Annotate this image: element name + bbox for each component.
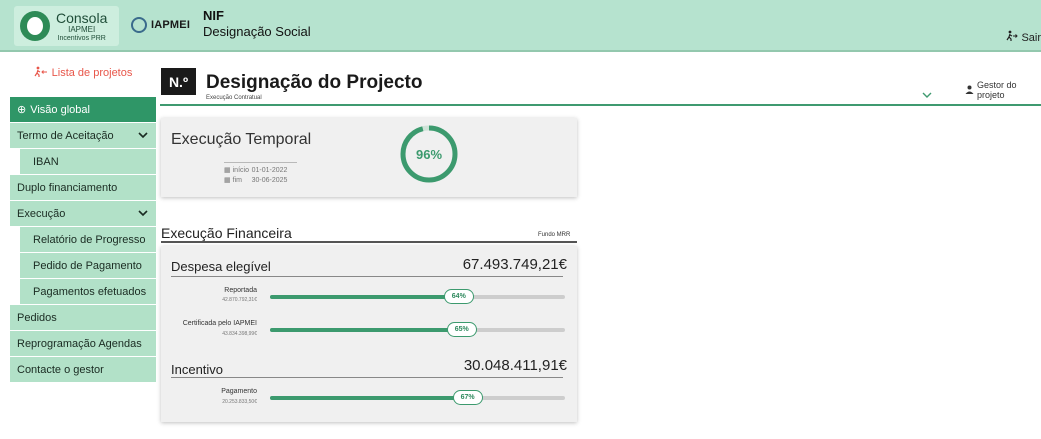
chevron-down-icon: [922, 92, 932, 98]
temporal-progress-gauge: 96%: [400, 125, 458, 183]
payment-progress-bar: 67%: [270, 390, 565, 405]
sidebar-item-label: Relatório de Progresso: [33, 233, 146, 246]
logout-button[interactable]: Sair: [1006, 30, 1041, 45]
logout-label: Sair: [1021, 31, 1041, 44]
console-brand[interactable]: Consola IAPMEI Incentivos PRR: [14, 6, 119, 46]
fund-label: Fundo MRR: [538, 232, 571, 238]
incentive-label: Incentivo: [171, 362, 224, 377]
payment-label: Pagamento: [221, 388, 257, 395]
start-date-value: 01-01-2022: [251, 166, 288, 174]
sidebar-item-label: Pedidos: [17, 311, 57, 324]
project-status: Execução Contratual: [206, 95, 262, 101]
start-date-label: início: [232, 166, 249, 174]
payment-amount: 20.253.833,50€: [222, 399, 257, 405]
projects-list-link[interactable]: Lista de projetos: [10, 62, 156, 84]
reported-amount: 42.870.792,31€: [222, 297, 257, 303]
sidebar-item-relatorio-progresso[interactable]: Relatório de Progresso: [20, 227, 156, 253]
console-subtitle: IAPMEI: [68, 24, 96, 34]
sidebar-item-label: Pagamentos efetuados: [33, 285, 147, 298]
iapmei-logo: IAPMEI: [131, 17, 190, 33]
page-title: Designação do Projecto: [206, 72, 423, 93]
certified-amount: 43.834.398,99€: [222, 331, 257, 337]
iapmei-logo-text: IAPMEI: [151, 19, 191, 31]
end-date-label: fim: [232, 176, 242, 184]
expand-header-button[interactable]: [922, 90, 932, 102]
end-date-row: ▦ fim 30-06-2025: [224, 176, 288, 185]
nif-label: NIF: [203, 8, 224, 23]
reported-label: Reportada: [224, 287, 257, 294]
progress-percent-pill: 64%: [443, 289, 474, 304]
progress-fill: [270, 396, 468, 400]
project-header: N.º Designação do Projecto Execução Cont…: [160, 62, 1041, 106]
projects-list-icon: [34, 66, 48, 81]
project-manager-label: Gestor do projeto: [977, 80, 1017, 100]
start-date-row: ▦ início 01-01-2022: [224, 166, 288, 175]
top-header: Consola IAPMEI Incentivos PRR IAPMEI NIF…: [0, 0, 1041, 52]
project-manager-link[interactable]: Gestor do projeto: [965, 80, 1041, 100]
console-brand-text: Consola IAPMEI Incentivos PRR: [56, 11, 107, 42]
reported-progress-bar: 64%: [270, 289, 565, 304]
divider: [171, 377, 563, 378]
certified-label: Certificada pelo IAPMEI: [182, 320, 257, 327]
sidebar-item-pedidos[interactable]: Pedidos: [10, 305, 156, 331]
chevron-down-icon: [138, 130, 148, 142]
user-icon: [965, 85, 974, 96]
divider: [171, 276, 563, 277]
progress-fill: [270, 328, 462, 332]
sidebar-item-reprogramacao-agendas[interactable]: Reprogramação Agendas: [10, 331, 156, 357]
sidebar-item-label: Pedido de Pagamento: [33, 259, 142, 272]
sidebar-item-pedido-pagamento[interactable]: Pedido de Pagamento: [20, 253, 156, 279]
sidebar-nav: ⊕ Visão global Termo de Aceitação IBAN D…: [10, 97, 156, 383]
sidebar-item-duplo-financiamento[interactable]: Duplo financiamento: [10, 175, 156, 201]
sidebar-item-visao-global[interactable]: ⊕ Visão global: [10, 97, 156, 123]
console-title: Consola: [56, 9, 108, 26]
chevron-down-icon: [138, 208, 148, 220]
certified-progress-bar: 65%: [270, 322, 565, 337]
sidebar-item-contacte-gestor[interactable]: Contacte o gestor: [10, 357, 156, 383]
company-name: Designação Social: [203, 23, 311, 39]
progress-percent-pill: 65%: [446, 322, 477, 337]
end-date-value: 30-06-2025: [251, 176, 288, 184]
temporal-execution-card: Execução Temporal ▦ início 01-01-2022 ▦ …: [161, 118, 577, 197]
iapmei-logo-icon: [131, 17, 147, 33]
project-number-badge: N.º: [161, 68, 196, 95]
sidebar: Lista de projetos ⊕ Visão global Termo d…: [10, 62, 156, 383]
calendar-icon: ▦: [224, 177, 231, 184]
logout-icon: [1006, 30, 1019, 45]
gauge-percent-text: 96%: [416, 147, 442, 162]
incentive-value: 30.048.411,91€: [463, 357, 567, 374]
sidebar-item-label: IBAN: [33, 155, 59, 168]
calendar-icon: ▦: [224, 167, 231, 174]
progress-percent-pill: 67%: [452, 390, 483, 405]
sidebar-item-pagamentos-efetuados[interactable]: Pagamentos efetuados: [20, 279, 156, 305]
sidebar-item-label: Reprogramação Agendas: [17, 337, 142, 350]
sidebar-item-execucao[interactable]: Execução: [10, 201, 156, 227]
temporal-execution-title: Execução Temporal: [171, 131, 312, 148]
sidebar-item-label: Duplo financiamento: [17, 181, 118, 194]
plus-circle-icon: ⊕: [17, 104, 27, 116]
progress-fill: [270, 295, 459, 299]
sidebar-item-label: Termo de Aceitação: [17, 129, 114, 142]
eligible-expense-label: Despesa elegível: [171, 259, 271, 274]
divider: [161, 241, 577, 243]
eligible-expense-value: 67.493.749,21€: [462, 256, 567, 273]
sidebar-item-termo-aceitacao[interactable]: Termo de Aceitação: [10, 123, 156, 149]
sidebar-item-iban[interactable]: IBAN: [20, 149, 156, 175]
console-logo-icon: [20, 11, 50, 41]
projects-list-label: Lista de projetos: [51, 67, 133, 79]
sidebar-item-label: Contacte o gestor: [17, 363, 104, 376]
financial-execution-title: Execução Financeira: [161, 225, 292, 241]
divider: [224, 162, 297, 163]
financial-execution-card: Despesa elegível 67.493.749,21€ Reportad…: [161, 246, 577, 422]
company-info: NIF Designação Social: [203, 8, 311, 39]
sidebar-item-label: Execução: [17, 207, 66, 220]
console-subtitle-2: Incentivos PRR: [57, 34, 106, 42]
sidebar-item-label: Visão global: [30, 103, 90, 116]
